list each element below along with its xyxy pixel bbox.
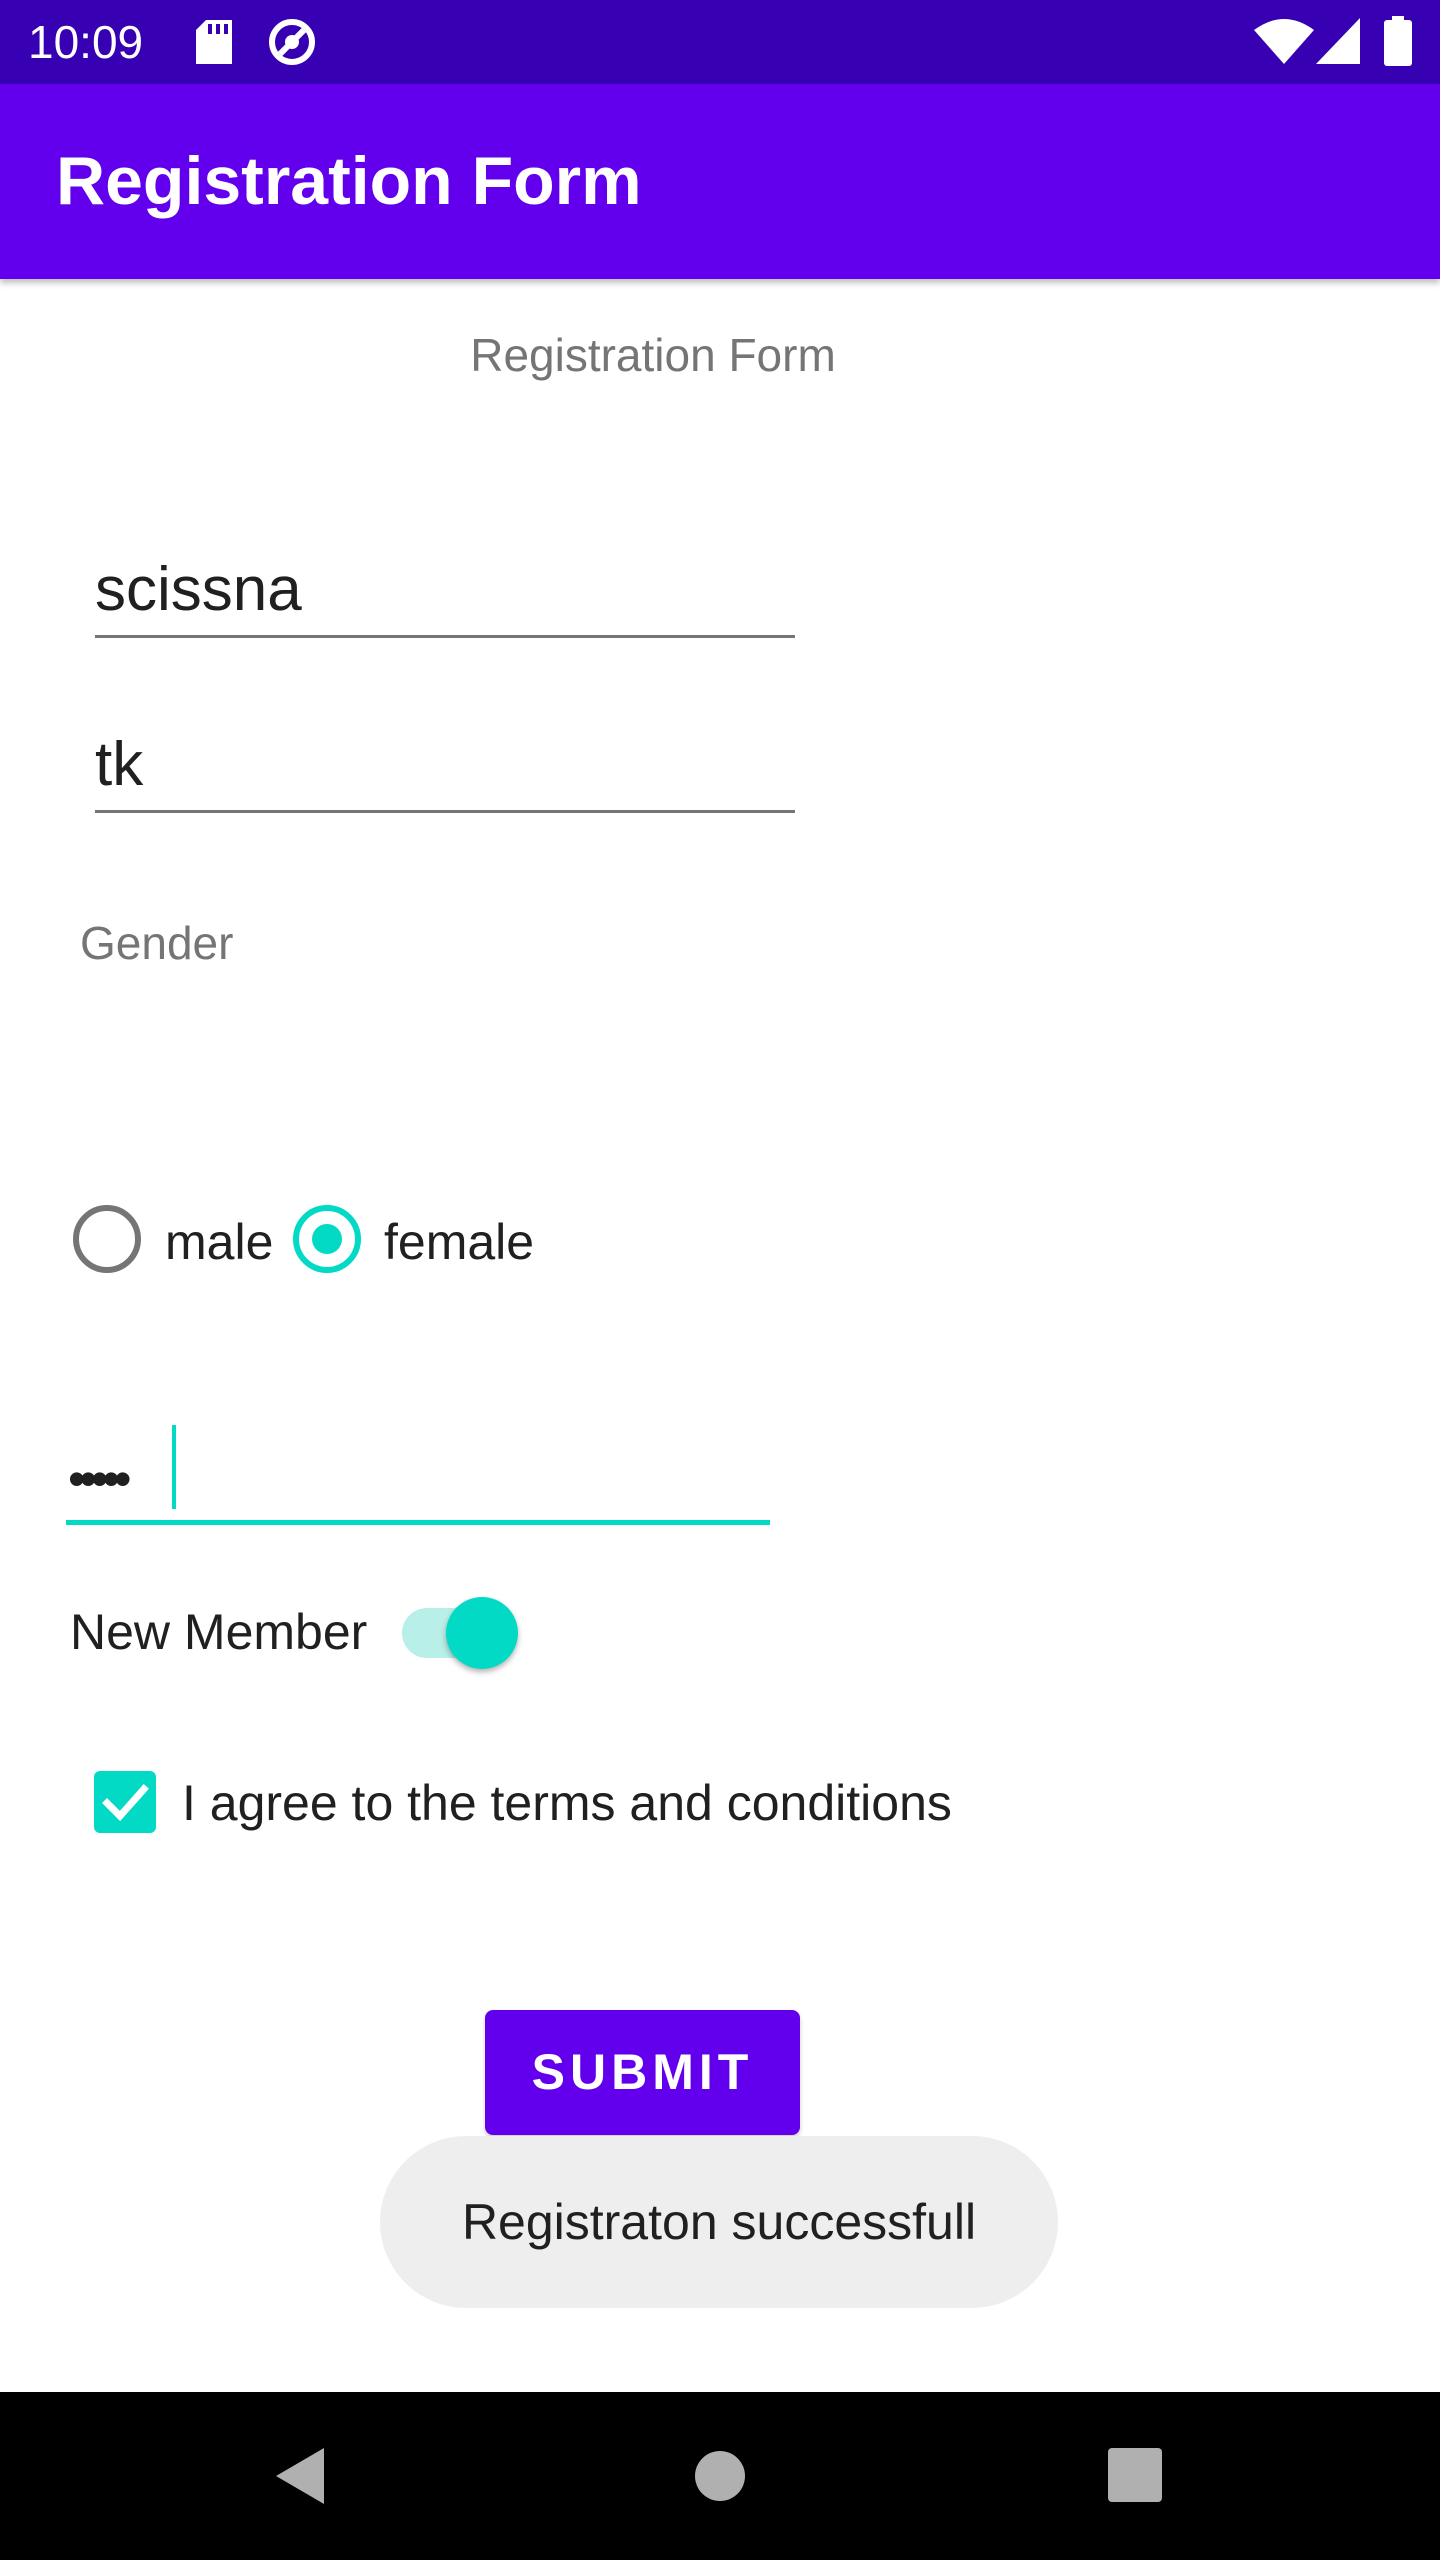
last-name-field[interactable]: tk bbox=[95, 710, 795, 813]
home-icon[interactable] bbox=[694, 2450, 746, 2502]
radio-female[interactable] bbox=[293, 1205, 361, 1273]
signal-icon bbox=[1316, 18, 1360, 64]
radio-female-label[interactable]: female bbox=[384, 1212, 534, 1272]
radio-male-label[interactable]: male bbox=[165, 1212, 273, 1272]
navigation-bar bbox=[0, 2392, 1440, 2560]
battery-icon bbox=[1384, 16, 1412, 66]
wifi-icon bbox=[1254, 19, 1314, 64]
back-icon[interactable] bbox=[272, 2446, 328, 2506]
gender-label: Gender bbox=[80, 917, 234, 969]
app-bar: Registration Form bbox=[0, 84, 1440, 279]
sd-card-icon bbox=[196, 20, 232, 64]
submit-button[interactable]: SUBMIT bbox=[485, 2010, 800, 2135]
recents-icon[interactable] bbox=[1108, 2448, 1162, 2502]
new-member-label: New Member bbox=[70, 1604, 368, 1660]
status-bar: 10:09 bbox=[0, 0, 1440, 84]
first-name-field[interactable]: scissna bbox=[95, 535, 795, 638]
radio-male[interactable] bbox=[73, 1205, 141, 1273]
password-field[interactable]: ••••• bbox=[66, 1405, 770, 1525]
password-value: ••••• bbox=[68, 1451, 131, 1507]
toast-message: Registraton successfull bbox=[380, 2136, 1058, 2308]
terms-label[interactable]: I agree to the terms and conditions bbox=[182, 1773, 952, 1833]
radio-selected-dot bbox=[312, 1224, 342, 1254]
text-cursor bbox=[172, 1425, 176, 1509]
terms-checkbox[interactable] bbox=[94, 1771, 156, 1833]
form-heading: Registration Form bbox=[470, 329, 836, 381]
new-member-switch-thumb[interactable] bbox=[446, 1597, 518, 1669]
checkmark-icon bbox=[102, 1784, 149, 1822]
status-time: 10:09 bbox=[28, 16, 144, 68]
sync-icon bbox=[269, 19, 315, 65]
registration-screen: 10:09 Registration Form Registration For… bbox=[0, 0, 1440, 2560]
first-name-value: scissna bbox=[95, 555, 302, 624]
app-bar-title: Registration Form bbox=[56, 143, 642, 219]
last-name-value: tk bbox=[95, 730, 144, 799]
